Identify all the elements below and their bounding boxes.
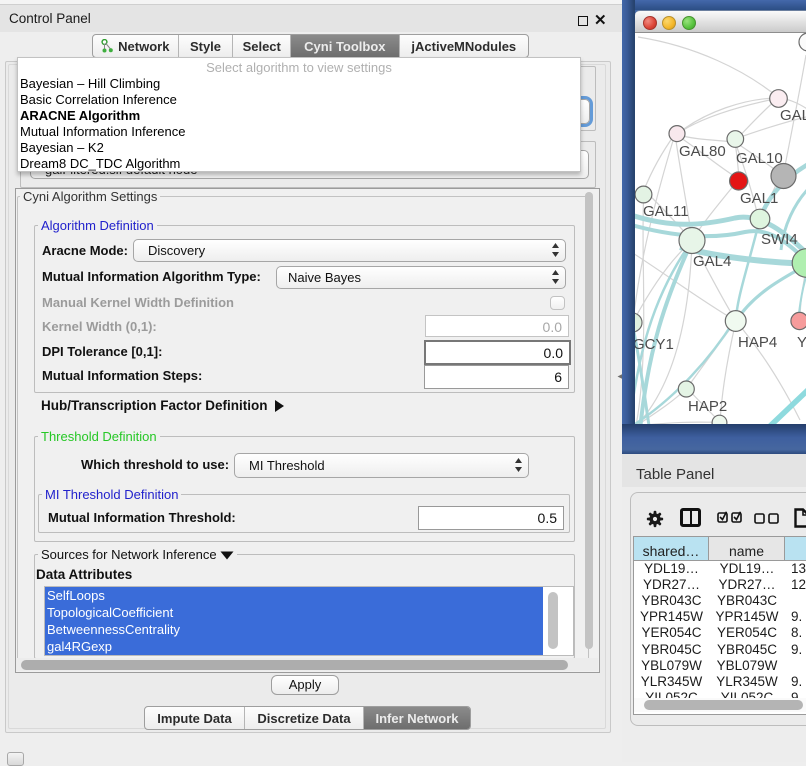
svg-text:GAL10: GAL10: [736, 150, 783, 167]
svg-text:HAP4: HAP4: [738, 334, 777, 351]
svg-text:GCY1: GCY1: [635, 336, 674, 353]
svg-text:GAL2: GAL2: [780, 107, 806, 124]
svg-text:SWI4: SWI4: [761, 231, 798, 248]
svg-text:Y: Y: [797, 334, 806, 351]
svg-text:GAL11: GAL11: [643, 203, 689, 220]
svg-text:GAL4: GAL4: [693, 253, 731, 270]
svg-text:HAP2: HAP2: [688, 398, 727, 415]
svg-text:GAL1: GAL1: [740, 190, 778, 207]
svg-text:GAL80: GAL80: [679, 143, 726, 160]
